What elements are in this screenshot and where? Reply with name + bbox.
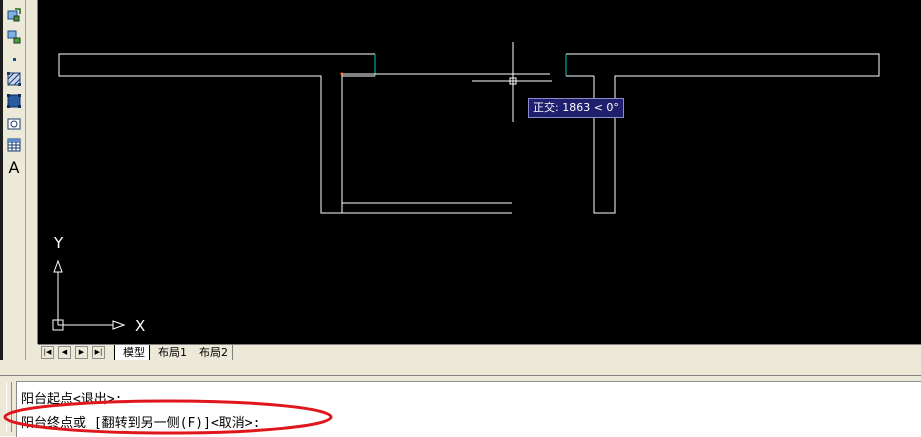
layout-tab-bar: |◀ ◀ ▶ ▶| 模型 布局1 布局2	[38, 344, 921, 361]
next-tab-button[interactable]: ▶	[75, 346, 88, 359]
block-icon[interactable]	[5, 115, 23, 133]
move-object-icon[interactable]	[5, 28, 23, 46]
table-icon[interactable]	[5, 136, 23, 154]
command-window: 阳台起点<退出>: 阳台终点或 [翻转到另一侧(F)]<取消>:	[0, 375, 921, 437]
hatch-icon[interactable]	[5, 70, 23, 88]
point-icon[interactable]	[5, 50, 23, 68]
tab-model[interactable]: 模型	[114, 345, 150, 361]
ortho-tooltip: 正交: 1863 < 0°	[528, 98, 624, 118]
wall-left	[58, 53, 375, 214]
start-point-marker	[340, 72, 344, 76]
text-icon[interactable]: A	[5, 158, 23, 177]
splitter[interactable]	[0, 360, 921, 375]
command-prompt[interactable]: 阳台终点或 [翻转到另一侧(F)]<取消>:	[21, 412, 260, 431]
model-space-canvas[interactable]: Y X 正交: 1863 < 0°	[38, 0, 921, 344]
rotate-object-icon[interactable]	[5, 6, 23, 24]
first-tab-button[interactable]: |◀	[41, 346, 54, 359]
ucs-y-label: Y	[53, 234, 64, 252]
last-tab-button[interactable]: ▶|	[92, 346, 105, 359]
command-window-grip[interactable]	[6, 382, 12, 432]
prev-tab-button[interactable]: ◀	[58, 346, 71, 359]
command-history[interactable]: 阳台起点<退出>: 阳台终点或 [翻转到另一侧(F)]<取消>:	[16, 381, 921, 437]
region-icon[interactable]	[5, 92, 23, 110]
draw-toolbar: A	[3, 0, 25, 375]
drawing: Y X	[52, 42, 880, 335]
ucs-x-label: X	[135, 317, 145, 335]
wall-right	[566, 53, 880, 214]
ucs-y-arrow	[53, 259, 63, 273]
command-line-previous: 阳台起点<退出>:	[21, 392, 123, 407]
tab-layout2[interactable]: 布局2	[191, 345, 233, 360]
tab-layout1[interactable]: 布局1	[150, 345, 192, 360]
ucs-x-arrow	[112, 320, 126, 330]
